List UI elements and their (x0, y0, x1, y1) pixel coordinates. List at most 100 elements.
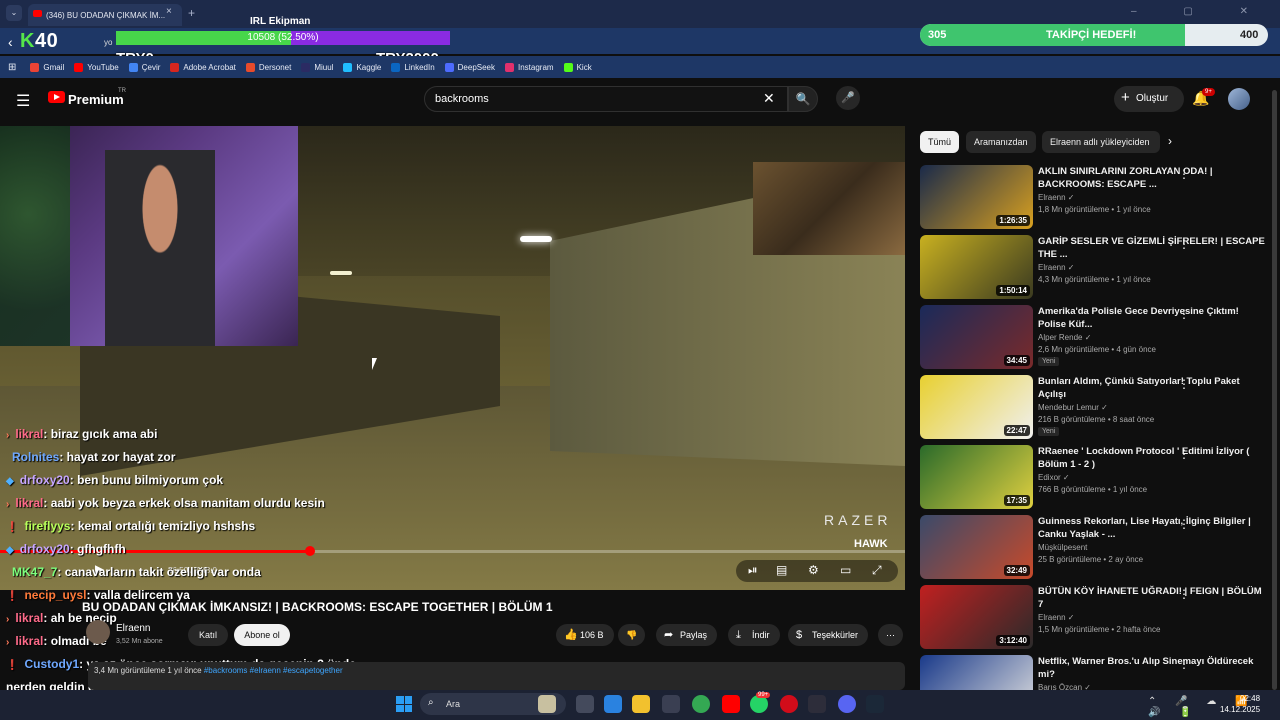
share-button[interactable]: ➦ Paylaş (656, 624, 718, 646)
recommendation-item[interactable]: 1:26:35 AKLIN SINIRLARINI ZORLAYAN ODA! |… (920, 165, 1270, 229)
recommendation-title[interactable]: RRaenee ' Lockdown Protocol ' Editimi İz… (1038, 445, 1268, 471)
tab-close-icon[interactable]: × (166, 6, 1274, 17)
obs-icon[interactable] (808, 695, 826, 713)
steam-icon[interactable] (866, 695, 884, 713)
recommendation-title[interactable]: Netflix, Warner Bros.'u Alıp Sinemayı Öl… (1038, 655, 1268, 681)
voice-search-button[interactable]: 🎤 (836, 86, 860, 110)
video-thumbnail[interactable]: 3:12:40 (920, 585, 1033, 649)
recommendation-item[interactable]: 32:49 Guinness Rekorları, Lise Hayatı, İl… (920, 515, 1270, 579)
window-controls[interactable]: – ▢ ✕ (1131, 6, 1270, 17)
account-avatar[interactable] (1228, 88, 1250, 110)
system-tray[interactable]: ⌃ 🎤 ☁ 📶 🔊 🔋 (1148, 696, 1280, 718)
filter-chip[interactable]: Aramanızdan (966, 131, 1036, 153)
fullscreen-icon[interactable]: ⤢ (872, 563, 882, 578)
video-scrubber-handle[interactable] (305, 546, 315, 556)
bookmark-item[interactable]: Kick (563, 62, 592, 72)
recommendation-item[interactable]: 17:35 RRaenee ' Lockdown Protocol ' Editi… (920, 445, 1270, 509)
more-options-icon[interactable]: ⋮ (1178, 657, 1190, 671)
channel-avatar[interactable] (86, 620, 110, 644)
subscribe-button[interactable]: Abone ol (234, 624, 290, 646)
recommendation-title[interactable]: GARİP SESLER VE GİZEMLİ ŞİFRELER! | ESCA… (1038, 235, 1268, 261)
recommendation-item[interactable]: 22:47 Bunları Aldım, Çünkü Satıyorlar! To… (920, 375, 1270, 439)
autoplay-toggle-icon[interactable]: ⏯ (748, 563, 758, 578)
youtube-app-icon[interactable] (722, 695, 740, 713)
theater-mode-icon[interactable]: ▭ (840, 563, 851, 577)
bookmark-item[interactable]: YouTube (74, 62, 119, 72)
windows-start-icon[interactable] (396, 696, 412, 712)
dislike-button[interactable]: 👎 (618, 624, 646, 646)
video-thumbnail[interactable]: 34:45 (920, 305, 1033, 369)
chrome-icon[interactable] (692, 695, 710, 713)
recommendation-channel[interactable]: Elraenn ✓ (1038, 263, 1075, 272)
copilot-icon[interactable] (604, 695, 622, 713)
more-options-icon[interactable]: ⋮ (1178, 237, 1190, 251)
search-input[interactable]: backrooms (424, 86, 788, 112)
tab-search-button[interactable]: ⌄ (6, 5, 22, 21)
recommendation-item[interactable]: 34:45 Amerika'da Polisle Gece Devriyesine… (920, 305, 1270, 369)
taskbar-clock[interactable]: 02:48 14.12.2025 (1220, 693, 1260, 715)
bookmark-item[interactable]: Gmail (30, 62, 64, 72)
settings-gear-icon[interactable]: ⚙ (808, 563, 819, 577)
file-explorer-icon[interactable] (632, 695, 650, 713)
scrollbar[interactable] (1272, 90, 1277, 690)
video-thumbnail[interactable]: 1:50:14 (920, 235, 1033, 299)
video-thumbnail[interactable]: 32:49 (920, 515, 1033, 579)
opera-icon[interactable] (780, 695, 798, 713)
bookmark-item[interactable]: Kaggle (343, 62, 381, 72)
recommendation-title[interactable]: AKLIN SINIRLARINI ZORLAYAN ODA! | BACKRO… (1038, 165, 1268, 191)
recommendation-channel[interactable]: Müşkülpesent (1038, 543, 1087, 552)
more-options-icon[interactable]: ⋮ (1178, 377, 1190, 391)
video-thumbnail[interactable]: 1:26:35 (920, 165, 1033, 229)
bookmark-item[interactable]: Dersonet (245, 62, 291, 72)
description-box[interactable]: 3,4 Mn görüntüleme 1 yıl önce #backrooms… (88, 662, 905, 690)
youtube-premium-label[interactable]: Premium (68, 92, 124, 107)
channel-name[interactable]: Elraenn (116, 623, 150, 634)
task-view-icon[interactable] (576, 695, 594, 713)
download-button[interactable]: ⤓ İndir (728, 624, 780, 646)
recommendation-item[interactable]: 3:12:40 BÜTÜN KÖY İHANETE UĞRADI! | FEIGN… (920, 585, 1270, 649)
browser-tab-active[interactable]: (346) BU ODADAN ÇIKMAK İM... (28, 4, 182, 26)
recommendation-title[interactable]: Guinness Rekorları, Lise Hayatı, İlginç … (1038, 515, 1268, 541)
video-thumbnail[interactable]: 17:35 (920, 445, 1033, 509)
search-button[interactable]: 🔍 (788, 86, 818, 112)
recommendation-channel[interactable]: Alper Rende ✓ (1038, 333, 1091, 342)
bookmark-item[interactable]: DeepSeek (444, 62, 495, 72)
like-button[interactable]: 👍 106 B (556, 624, 614, 646)
recommendation-title[interactable]: Bunları Aldım, Çünkü Satıyorlar! Toplu P… (1038, 375, 1268, 401)
more-options-icon[interactable]: ⋮ (1178, 587, 1190, 601)
bookmark-item[interactable]: Adobe Acrobat (170, 62, 236, 72)
more-options-icon[interactable]: ⋮ (1178, 167, 1190, 181)
menu-icon[interactable]: ☰ (16, 91, 30, 111)
video-thumbnail[interactable]: 22:47 (920, 375, 1033, 439)
more-actions-button[interactable]: ⋯ (878, 624, 903, 646)
recommendation-item[interactable]: 1:50:14 GARİP SESLER VE GİZEMLİ ŞİFRELER!… (920, 235, 1270, 299)
store-icon[interactable] (662, 695, 680, 713)
bookmark-item[interactable]: Instagram (505, 62, 554, 72)
bookmark-item[interactable]: Çevir (128, 62, 160, 72)
recommendation-title[interactable]: Amerika'da Polisle Gece Devriyesine Çıkt… (1038, 305, 1268, 331)
recommendation-channel[interactable]: Edixor ✓ (1038, 473, 1070, 482)
new-tab-button[interactable]: + (188, 6, 195, 20)
recommendation-channel[interactable]: Elraenn ✓ (1038, 613, 1075, 622)
recommendation-channel[interactable]: Mendebur Lemur ✓ (1038, 403, 1108, 412)
recommendation-channel[interactable]: Elraenn ✓ (1038, 193, 1075, 202)
widget-icon[interactable] (538, 695, 556, 713)
chevron-right-icon[interactable]: › (1168, 134, 1172, 148)
subtitles-icon[interactable]: ▤ (776, 563, 787, 577)
description-tags[interactable]: #backrooms #elraenn #escapetogether (204, 666, 343, 675)
recommendation-title[interactable]: BÜTÜN KÖY İHANETE UĞRADI! | FEIGN | BÖLÜ… (1038, 585, 1268, 611)
join-button[interactable]: Katıl (188, 624, 228, 646)
more-options-icon[interactable]: ⋮ (1178, 447, 1190, 461)
thanks-button[interactable]: $ Teşekkürler (788, 624, 869, 646)
bookmark-item[interactable]: LinkedIn (391, 62, 435, 72)
youtube-logo-icon[interactable] (48, 91, 65, 103)
more-options-icon[interactable]: ⋮ (1178, 307, 1190, 321)
bookmark-item[interactable]: Miuul (301, 62, 333, 72)
apps-grid-icon[interactable]: ⊞ (8, 62, 16, 73)
back-arrow-icon[interactable]: ‹ (8, 34, 13, 50)
more-options-icon[interactable]: ⋮ (1178, 517, 1190, 531)
clear-search-icon[interactable]: ✕ (763, 90, 775, 107)
filter-chip[interactable]: Elraenn adlı yükleyiciden (1042, 131, 1160, 153)
discord-icon[interactable] (838, 695, 856, 713)
filter-chip[interactable]: Tümü (920, 131, 960, 153)
